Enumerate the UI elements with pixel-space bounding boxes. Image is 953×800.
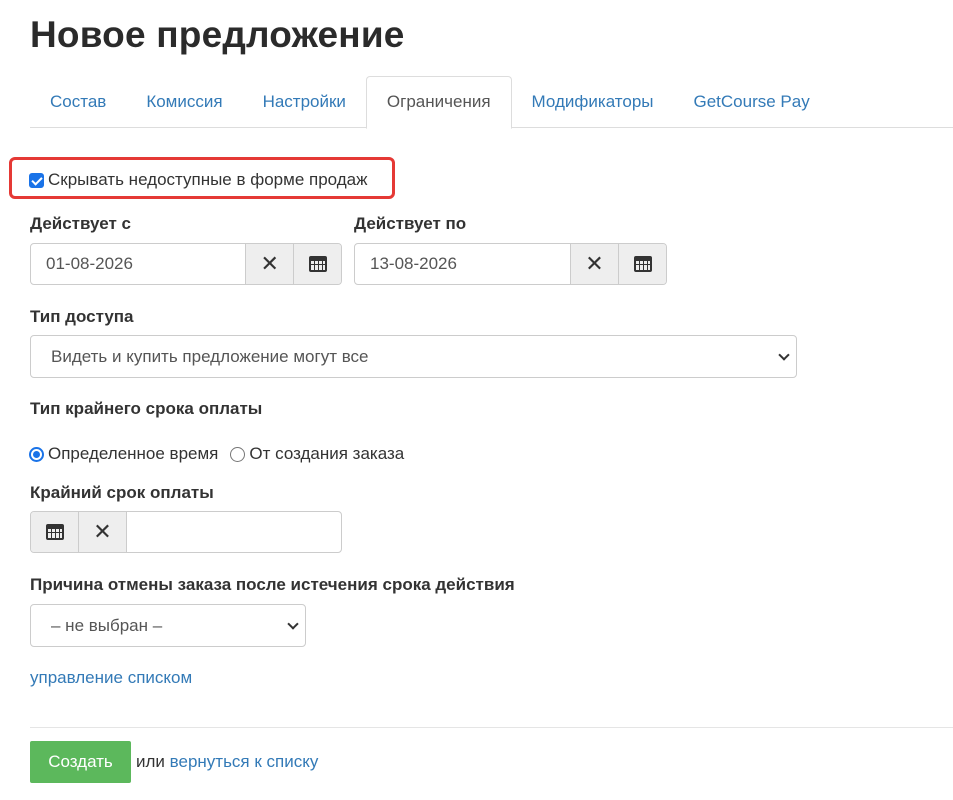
valid-from-clear-button[interactable]: ✕ bbox=[245, 244, 294, 284]
deadline-clear-button[interactable]: ✕ bbox=[79, 512, 127, 552]
deadline-label: Крайний срок оплаты bbox=[30, 483, 214, 502]
valid-from-label: Действует с bbox=[30, 214, 131, 233]
radio-from-order-creation[interactable] bbox=[230, 446, 246, 462]
valid-from-group: 01-08-2026 ✕ bbox=[30, 243, 342, 285]
radio-from-order-creation-label[interactable]: От создания заказа bbox=[249, 444, 404, 464]
valid-from-input[interactable]: 01-08-2026 bbox=[31, 244, 245, 284]
footer-actions: или вернуться к списку bbox=[136, 752, 318, 772]
calendar-icon bbox=[45, 524, 64, 540]
tab-commission[interactable]: Комиссия bbox=[126, 76, 242, 128]
close-icon: ✕ bbox=[93, 519, 112, 544]
tab-composition[interactable]: Состав bbox=[30, 76, 126, 128]
create-button[interactable]: Создать bbox=[30, 741, 131, 783]
valid-to-input[interactable]: 13-08-2026 bbox=[355, 244, 570, 284]
chevron-down-icon bbox=[778, 349, 790, 361]
page-title: Новое предложение bbox=[30, 14, 405, 55]
access-type-select[interactable]: Видеть и купить предложение могут все bbox=[30, 335, 797, 378]
hide-unavailable-label[interactable]: Скрывать недоступные в форме продаж bbox=[48, 170, 368, 190]
valid-to-clear-button[interactable]: ✕ bbox=[570, 244, 618, 284]
close-icon: ✕ bbox=[585, 251, 604, 276]
radio-fixed-time-label[interactable]: Определенное время bbox=[48, 444, 218, 464]
hide-unavailable-checkbox[interactable] bbox=[29, 172, 44, 188]
tab-getcourse-pay[interactable]: GetCourse Pay bbox=[674, 76, 830, 128]
radio-fixed-time[interactable] bbox=[29, 446, 44, 462]
or-text: или bbox=[136, 752, 165, 771]
access-type-value: Видеть и купить предложение могут все bbox=[51, 347, 369, 366]
valid-to-group: 13-08-2026 ✕ bbox=[354, 243, 667, 285]
deadline-group: ✕ bbox=[30, 511, 342, 553]
hide-unavailable-row[interactable]: Скрывать недоступные в форме продаж bbox=[29, 170, 368, 190]
valid-to-label: Действует по bbox=[354, 214, 467, 233]
divider bbox=[30, 727, 953, 728]
tab-restrictions[interactable]: Ограничения bbox=[365, 76, 512, 129]
back-to-list-link[interactable]: вернуться к списку bbox=[170, 752, 319, 771]
deadline-type-label: Тип крайнего срока оплаты bbox=[30, 399, 263, 418]
cancel-reason-select[interactable]: – не выбран – bbox=[30, 604, 306, 647]
manage-list-link[interactable]: управление списком bbox=[30, 668, 192, 688]
cancel-reason-value: – не выбран – bbox=[51, 616, 163, 635]
calendar-icon bbox=[633, 256, 652, 272]
tab-modifiers[interactable]: Модификаторы bbox=[512, 76, 674, 128]
access-type-label: Тип доступа bbox=[30, 307, 134, 326]
close-icon: ✕ bbox=[260, 251, 279, 276]
cancel-reason-label: Причина отмены заказа после истечения ср… bbox=[30, 575, 515, 594]
valid-from-calendar-button[interactable] bbox=[293, 244, 341, 284]
page: Новое предложение Состав Комиссия Настро… bbox=[0, 0, 953, 800]
tab-settings[interactable]: Настройки bbox=[243, 76, 366, 128]
deadline-type-radio-group: Определенное время От создания заказа bbox=[29, 444, 416, 464]
tab-bar: Состав Комиссия Настройки Ограничения Мо… bbox=[30, 76, 953, 129]
chevron-down-icon bbox=[287, 618, 299, 630]
valid-to-calendar-button[interactable] bbox=[618, 244, 666, 284]
deadline-input[interactable] bbox=[127, 512, 341, 552]
calendar-icon bbox=[308, 256, 327, 272]
deadline-calendar-button[interactable] bbox=[31, 512, 79, 552]
